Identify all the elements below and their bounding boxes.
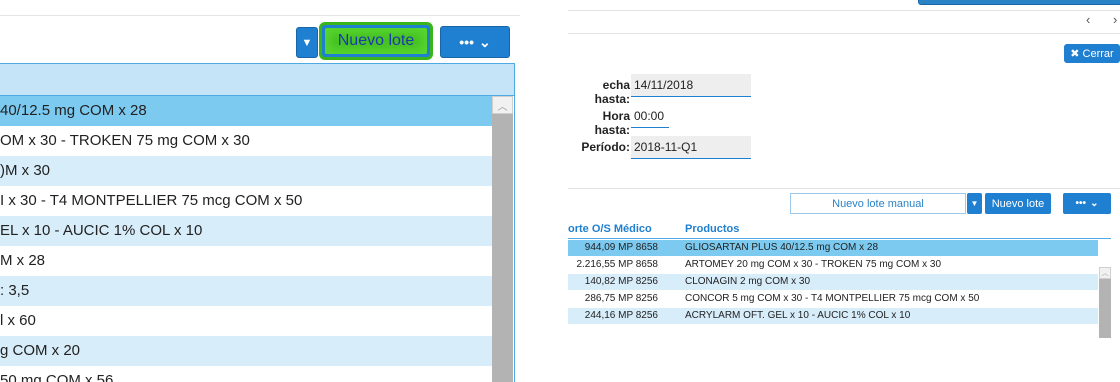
chevron-down-icon: ⌄	[1090, 198, 1099, 209]
lots-table: 40/12.5 mg COM x 28 OM x 30 - TROKEN 75 …	[0, 63, 515, 382]
table-row[interactable]: 140,82 MP 8256 CLONAGIN 2 mg COM x 30	[568, 274, 1098, 290]
table-row[interactable]: 2.216,55 MP 8658 ARTOMEY 20 mg COM x 30 …	[568, 257, 1098, 273]
importe-cell: 2.216,55 MP 8658	[576, 259, 658, 270]
column-header-importe[interactable]: orte O/S Médico	[568, 223, 652, 235]
producto-cell: ACRYLARM OFT. GEL x 10 - AUCIC 1% COL x …	[685, 310, 911, 321]
divider	[568, 33, 1120, 34]
nuevo-lote-label: Nuevo lote	[337, 32, 415, 49]
table-row[interactable]: M x 28	[0, 246, 492, 276]
chevron-down-icon: ⌄	[478, 33, 491, 50]
producto-cell: CLONAGIN 2 mg COM x 30	[685, 276, 811, 287]
periodo-field[interactable]: 2018-11-Q1	[631, 136, 751, 159]
nuevo-lote-button[interactable]: Nuevo lote	[322, 25, 430, 57]
divider	[0, 15, 520, 16]
nuevo-lote-button[interactable]: Nuevo lote	[985, 193, 1051, 214]
vertical-scrollbar[interactable]: ︿	[1099, 267, 1111, 338]
close-icon: ✖	[1070, 48, 1080, 60]
periodo-label: Período:	[581, 140, 630, 154]
next-arrow-icon[interactable]: ›	[1113, 12, 1117, 27]
producto-cell: CONCOR 5 mg COM x 30 - T4 MONTPELLIER 75…	[685, 293, 980, 304]
table-row[interactable]: 40/12.5 mg COM x 28	[0, 96, 492, 126]
table-row[interactable]: l x 60	[0, 306, 492, 336]
lots-table: orte O/S Médico Productos 944,09 MP 8658…	[568, 220, 1111, 338]
table-header: orte O/S Médico Productos	[568, 220, 1111, 239]
zoomed-lot-panel: ▼ Nuevo lote ••• ⌄ 40/12.5 mg COM x 28 O…	[0, 0, 520, 382]
caret-down-icon: ▼	[301, 36, 313, 49]
fecha-hasta-field[interactable]: 14/11/2018	[631, 74, 751, 97]
hora-hasta-label: Hora hasta:	[594, 109, 630, 137]
divider	[568, 188, 1120, 189]
table-row[interactable]: : 3,5	[0, 276, 492, 306]
importe-cell: 140,82 MP 8256	[584, 276, 658, 287]
table-row[interactable]: OM x 30 - TROKEN 75 mg COM x 30	[0, 126, 492, 156]
prev-arrow-icon[interactable]: ‹	[1086, 12, 1090, 27]
importe-cell: 244,16 MP 8256	[584, 310, 658, 321]
vertical-scrollbar[interactable]: ︿	[492, 96, 513, 382]
table-row[interactable]: )M x 30	[0, 156, 492, 186]
ellipsis-icon: •••	[459, 34, 474, 50]
nuevo-lote-manual-select[interactable]: Nuevo lote manual	[790, 193, 966, 214]
cerrar-button[interactable]: ✖ Cerrar	[1064, 44, 1120, 63]
producto-cell: ARTOMEY 20 mg COM x 30 - TROKEN 75 mg CO…	[685, 259, 942, 270]
table-row[interactable]: I x 30 - T4 MONTPELLIER 75 mcg COM x 50	[0, 186, 492, 216]
producto-cell: GLIOSARTAN PLUS 40/12.5 mg COM x 28	[685, 242, 879, 253]
table-row[interactable]: 50 mg COM x 56	[0, 366, 492, 382]
table-row[interactable]: 286,75 MP 8256 CONCOR 5 mg COM x 30 - T4…	[568, 291, 1098, 307]
table-row[interactable]: g COM x 20	[0, 336, 492, 366]
table-header	[0, 64, 514, 96]
lot-detail-panel: ‹ › ✖ Cerrar echa hasta: 14/11/2018 Hora…	[568, 0, 1120, 382]
nuevo-lote-dropdown-button[interactable]: ▼	[967, 193, 982, 214]
importe-cell: 944,09 MP 8658	[584, 242, 658, 253]
fecha-hasta-label: echa hasta:	[594, 78, 630, 106]
hora-hasta-field[interactable]: 00:00	[631, 105, 669, 128]
cerrar-label: Cerrar	[1082, 47, 1114, 60]
top-button-edge[interactable]	[918, 0, 1120, 5]
table-row[interactable]: EL x 10 - AUCIC 1% COL x 10	[0, 216, 492, 246]
scroll-up-icon[interactable]: ︿	[1099, 267, 1111, 279]
table-row[interactable]: 244,16 MP 8256 ACRYLARM OFT. GEL x 10 - …	[568, 308, 1098, 324]
more-options-button[interactable]: ••• ⌄	[1063, 193, 1111, 214]
more-options-button[interactable]: ••• ⌄	[440, 26, 510, 58]
column-header-productos[interactable]: Productos	[685, 223, 739, 235]
importe-cell: 286,75 MP 8256	[584, 293, 658, 304]
ellipsis-icon: •••	[1075, 198, 1087, 209]
scroll-up-icon[interactable]: ︿	[492, 96, 513, 114]
divider	[568, 10, 1120, 11]
caret-down-icon: ▼	[970, 199, 979, 208]
nuevo-lote-dropdown-button[interactable]: ▼	[296, 27, 318, 58]
table-row[interactable]: 944,09 MP 8658 GLIOSARTAN PLUS 40/12.5 m…	[568, 240, 1098, 256]
